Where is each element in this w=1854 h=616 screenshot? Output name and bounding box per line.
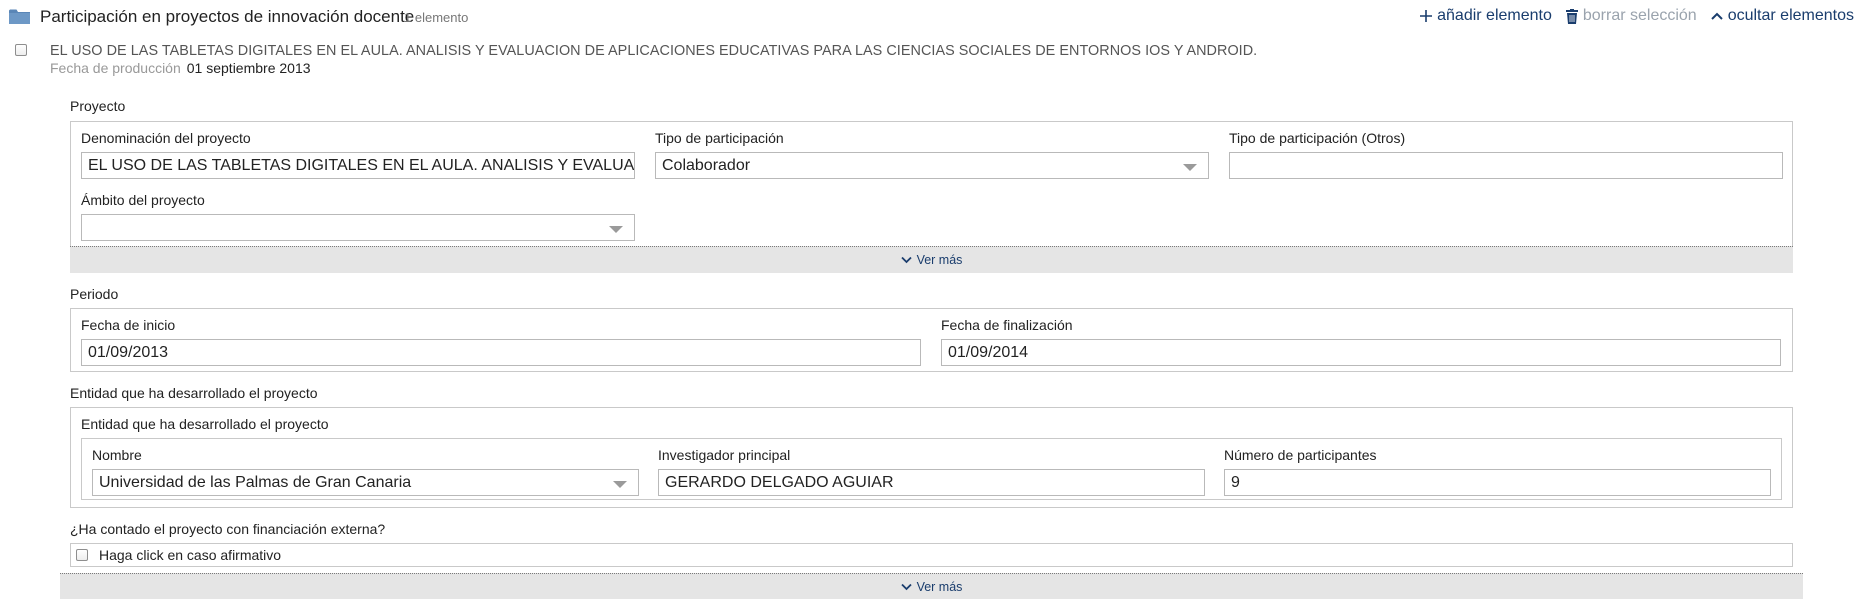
ver-mas-item-button[interactable]: Ver más xyxy=(60,573,1803,599)
tipo-participacion-select[interactable]: Colaborador xyxy=(655,152,1209,179)
fecha-inicio-input[interactable]: 01/09/2013 xyxy=(81,339,921,366)
element-count: 1 elemento xyxy=(404,10,469,25)
add-element-label: añadir elemento xyxy=(1437,7,1552,24)
fecha-fin-label: Fecha de finalización xyxy=(941,317,1073,333)
folder-icon xyxy=(9,9,30,24)
denominacion-label: Denominación del proyecto xyxy=(81,130,251,146)
financiacion-box xyxy=(70,543,1793,567)
fecha-inicio-label: Fecha de inicio xyxy=(81,317,176,333)
ambito-label: Ámbito del proyecto xyxy=(81,192,205,208)
dropdown-arrow-icon xyxy=(609,226,623,233)
ver-mas-label: Ver más xyxy=(916,579,963,594)
nombre-value: Universidad de las Palmas de Gran Canari… xyxy=(99,474,412,491)
add-element-button[interactable]: añadir elemento xyxy=(1420,7,1552,25)
investigador-input[interactable]: GERARDO DELGADO AGUIAR xyxy=(658,469,1205,496)
item-select-checkbox[interactable] xyxy=(15,44,27,56)
hide-elements-label: ocultar elementos xyxy=(1727,7,1854,24)
section-title: Participación en proyectos de innovación… xyxy=(40,7,415,26)
dropdown-arrow-icon xyxy=(613,481,627,488)
entidad-section-label: Entidad que ha desarrollado el proyecto xyxy=(70,385,318,401)
delete-selection-button[interactable]: borrar selección xyxy=(1565,7,1697,25)
tipo-otros-label: Tipo de participación (Otros) xyxy=(1229,130,1406,146)
chevron-down-icon xyxy=(900,583,912,590)
production-date-label: Fecha de producción xyxy=(50,60,181,76)
ver-mas-proyecto-button[interactable]: Ver más xyxy=(70,246,1793,273)
proyecto-section-label: Proyecto xyxy=(70,98,126,114)
trash-icon xyxy=(1565,8,1578,24)
financiacion-checkbox[interactable] xyxy=(76,549,88,561)
entidad-inner-label: Entidad que ha desarrollado el proyecto xyxy=(81,416,329,432)
fecha-fin-input[interactable]: 01/09/2014 xyxy=(941,339,1781,366)
financiacion-checkbox-label[interactable]: Haga click en caso afirmativo xyxy=(99,547,281,563)
hide-elements-button[interactable]: ocultar elementos xyxy=(1710,7,1854,25)
ambito-select[interactable] xyxy=(81,214,635,241)
toolbar: añadir elemento borrar selección ocultar… xyxy=(1406,7,1854,25)
production-date: Fecha de producción 01 septiembre 2013 xyxy=(50,60,311,76)
plus-icon xyxy=(1420,10,1433,22)
tipo-participacion-label: Tipo de participación xyxy=(655,130,784,146)
chevron-up-icon xyxy=(1710,12,1723,20)
production-date-value: 01 septiembre 2013 xyxy=(186,60,311,76)
delete-selection-label: borrar selección xyxy=(1582,7,1697,24)
periodo-section-label: Periodo xyxy=(70,286,119,302)
tipo-otros-input[interactable] xyxy=(1229,152,1783,179)
nombre-select[interactable]: Universidad de las Palmas de Gran Canari… xyxy=(92,469,639,496)
nombre-label: Nombre xyxy=(92,447,142,463)
chevron-down-icon xyxy=(900,256,912,264)
ver-mas-label: Ver más xyxy=(916,253,963,267)
financiacion-question: ¿Ha contado el proyecto con financiación… xyxy=(70,521,386,537)
investigador-label: Investigador principal xyxy=(658,447,791,463)
dropdown-arrow-icon xyxy=(1183,164,1197,171)
tipo-participacion-value: Colaborador xyxy=(662,157,751,174)
denominacion-input[interactable]: EL USO DE LAS TABLETAS DIGITALES EN EL A… xyxy=(81,152,635,179)
participantes-label: Número de participantes xyxy=(1224,447,1377,463)
item-title[interactable]: EL USO DE LAS TABLETAS DIGITALES EN EL A… xyxy=(50,43,1257,59)
participantes-input[interactable]: 9 xyxy=(1224,469,1771,496)
